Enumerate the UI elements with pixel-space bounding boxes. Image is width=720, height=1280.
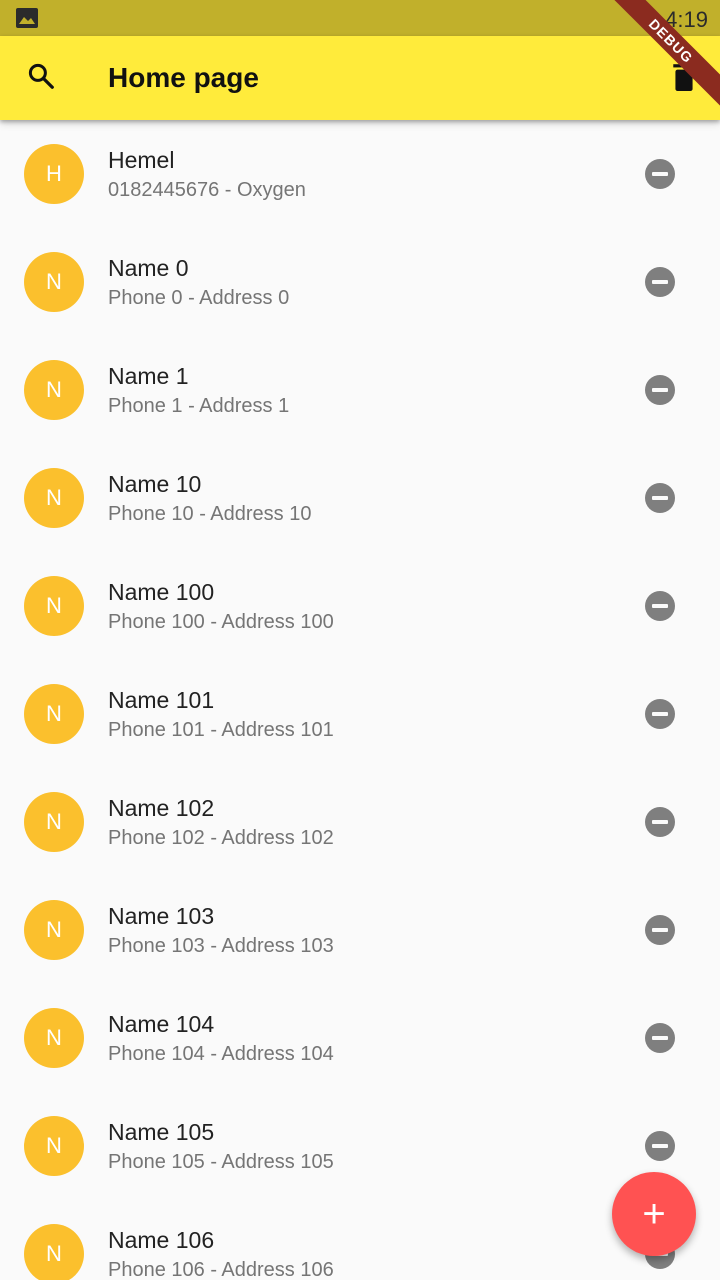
avatar: N xyxy=(24,1116,84,1176)
remove-button[interactable] xyxy=(630,807,690,837)
page-title: Home page xyxy=(108,62,259,93)
remove-circle-icon xyxy=(645,915,675,945)
remove-circle-icon xyxy=(645,699,675,729)
contact-name: Hemel xyxy=(108,147,175,173)
contact-subtitle: Phone 10 - Address 10 xyxy=(108,503,312,525)
contact-subtitle: Phone 100 - Address 100 xyxy=(108,611,334,633)
contact-subtitle: Phone 104 - Address 104 xyxy=(108,1043,334,1065)
avatar: N xyxy=(24,900,84,960)
list-item[interactable]: N Name 100 Phone 100 - Address 100 xyxy=(0,552,720,660)
search-button[interactable] xyxy=(17,54,65,102)
remove-circle-icon xyxy=(645,375,675,405)
avatar: N xyxy=(24,360,84,420)
avatar: N xyxy=(24,684,84,744)
contact-subtitle: Phone 106 - Address 106 xyxy=(108,1259,334,1280)
list-item[interactable]: H Hemel 0182445676 - Oxygen xyxy=(0,120,720,228)
remove-button[interactable] xyxy=(630,591,690,621)
contact-name: Name 106 xyxy=(108,1227,215,1253)
avatar: N xyxy=(24,252,84,312)
remove-button[interactable] xyxy=(630,1131,690,1161)
remove-circle-icon xyxy=(645,807,675,837)
list-item[interactable]: N Name 10 Phone 10 - Address 10 xyxy=(0,444,720,552)
avatar: H xyxy=(24,144,84,204)
contact-name: Name 102 xyxy=(108,795,215,821)
list-item[interactable]: N Name 1 Phone 1 - Address 1 xyxy=(0,336,720,444)
contact-name: Name 103 xyxy=(108,903,215,929)
contact-name: Name 105 xyxy=(108,1119,215,1145)
add-icon: + xyxy=(642,1192,666,1236)
avatar: N xyxy=(24,468,84,528)
list-item[interactable]: N Name 104 Phone 104 - Address 104 xyxy=(0,984,720,1092)
remove-circle-icon xyxy=(645,1131,675,1161)
remove-button[interactable] xyxy=(630,483,690,513)
remove-circle-icon xyxy=(645,591,675,621)
remove-button[interactable] xyxy=(630,915,690,945)
remove-circle-icon xyxy=(645,483,675,513)
remove-button[interactable] xyxy=(630,699,690,729)
list-item[interactable]: N Name 0 Phone 0 - Address 0 xyxy=(0,228,720,336)
avatar: N xyxy=(24,1008,84,1068)
search-icon xyxy=(26,61,56,96)
contact-subtitle: Phone 101 - Address 101 xyxy=(108,719,334,741)
contact-subtitle: Phone 103 - Address 103 xyxy=(108,935,334,957)
remove-button[interactable] xyxy=(630,159,690,189)
contact-name: Name 101 xyxy=(108,687,215,713)
add-contact-button[interactable]: + xyxy=(612,1172,696,1256)
contact-subtitle: Phone 1 - Address 1 xyxy=(108,395,290,417)
contact-name: Name 10 xyxy=(108,471,202,497)
remove-button[interactable] xyxy=(630,375,690,405)
avatar: N xyxy=(24,792,84,852)
remove-circle-icon xyxy=(645,159,675,189)
contact-name: Name 104 xyxy=(108,1011,215,1037)
contact-list[interactable]: H Hemel 0182445676 - Oxygen N Name 0 Pho… xyxy=(0,120,720,1280)
remove-button[interactable] xyxy=(630,1023,690,1053)
image-icon xyxy=(16,8,38,28)
app-bar: Home page xyxy=(0,36,720,120)
list-item[interactable]: N Name 103 Phone 103 - Address 103 xyxy=(0,876,720,984)
avatar: N xyxy=(24,1224,84,1280)
status-bar: 4:19 xyxy=(0,0,720,36)
avatar: N xyxy=(24,576,84,636)
contact-name: Name 1 xyxy=(108,363,189,389)
contact-subtitle: 0182445676 - Oxygen xyxy=(108,179,306,201)
contact-name: Name 100 xyxy=(108,579,215,605)
list-item[interactable]: N Name 105 Phone 105 - Address 105 xyxy=(0,1092,720,1200)
contact-name: Name 0 xyxy=(108,255,189,281)
remove-circle-icon xyxy=(645,267,675,297)
remove-button[interactable] xyxy=(630,267,690,297)
contact-subtitle: Phone 0 - Address 0 xyxy=(108,287,290,309)
list-item[interactable]: N Name 102 Phone 102 - Address 102 xyxy=(0,768,720,876)
list-item[interactable]: N Name 101 Phone 101 - Address 101 xyxy=(0,660,720,768)
remove-circle-icon xyxy=(645,1023,675,1053)
contact-subtitle: Phone 102 - Address 102 xyxy=(108,827,334,849)
contact-subtitle: Phone 105 - Address 105 xyxy=(108,1151,334,1173)
